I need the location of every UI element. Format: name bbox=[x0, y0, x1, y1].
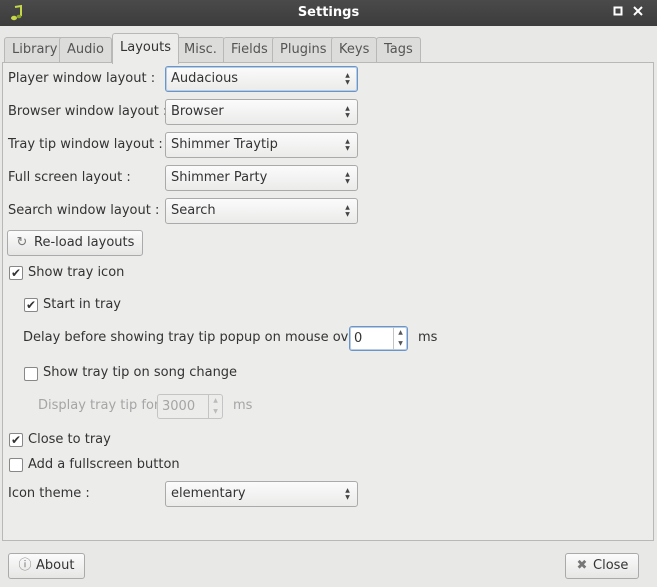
display-for-unit: ms bbox=[233, 398, 253, 413]
search-layout-combo[interactable]: Search ▲ ▼ bbox=[165, 198, 358, 224]
spin-arrows-icon: ▲ ▼ bbox=[208, 395, 222, 418]
player-layout-value: Audacious bbox=[171, 71, 239, 86]
spin-arrows-icon[interactable]: ▲ ▼ bbox=[393, 327, 407, 350]
maximize-icon[interactable] bbox=[609, 4, 627, 22]
fullscreen-button-checkbox[interactable] bbox=[9, 458, 23, 472]
delay-spinbox[interactable]: 0 ▲ ▼ bbox=[349, 326, 408, 351]
delay-unit: ms bbox=[418, 330, 438, 345]
updown-arrows-icon: ▲ ▼ bbox=[345, 204, 350, 218]
tab-fields[interactable]: Fields bbox=[223, 37, 276, 63]
title-bar: Settings bbox=[0, 0, 657, 26]
tab-audio[interactable]: Audio bbox=[59, 37, 112, 63]
icon-theme-value: elementary bbox=[171, 486, 246, 501]
updown-arrows-icon: ▲ ▼ bbox=[345, 72, 350, 86]
tab-misc[interactable]: Misc. bbox=[176, 37, 225, 63]
browser-layout-combo[interactable]: Browser ▲ ▼ bbox=[165, 99, 358, 125]
traytip-layout-combo[interactable]: Shimmer Traytip ▲ ▼ bbox=[165, 132, 358, 158]
display-for-spinbox[interactable]: 3000 ▲ ▼ bbox=[157, 394, 223, 419]
player-layout-combo[interactable]: Audacious ▲ ▼ bbox=[165, 66, 358, 92]
icon-theme-label: Icon theme : bbox=[8, 486, 90, 501]
player-layout-label: Player window layout : bbox=[8, 71, 156, 86]
fullscreen-layout-value: Shimmer Party bbox=[171, 170, 268, 185]
browser-layout-label: Browser window layout : bbox=[8, 104, 168, 119]
tab-tags[interactable]: Tags bbox=[376, 37, 421, 63]
updown-arrows-icon: ▲ ▼ bbox=[345, 138, 350, 152]
close-window-icon[interactable] bbox=[629, 4, 647, 22]
display-for-value: 3000 bbox=[162, 399, 196, 414]
info-icon: ⓘ bbox=[18, 558, 32, 573]
show-tray-icon-checkbox[interactable]: ✔ bbox=[9, 266, 23, 280]
icon-theme-combo[interactable]: elementary ▲ ▼ bbox=[165, 481, 358, 507]
traytip-layout-value: Shimmer Traytip bbox=[171, 137, 278, 152]
updown-arrows-icon: ▲ ▼ bbox=[345, 105, 350, 119]
tab-plugins[interactable]: Plugins bbox=[272, 37, 335, 63]
show-tip-song-change-checkbox[interactable] bbox=[24, 367, 38, 381]
close-to-tray-label: Close to tray bbox=[28, 432, 111, 447]
about-label: About bbox=[36, 558, 75, 573]
start-in-tray-checkbox[interactable]: ✔ bbox=[24, 298, 38, 312]
reload-layouts-button[interactable]: ↻ Re-load layouts bbox=[7, 230, 144, 256]
fullscreen-button-label: Add a fullscreen button bbox=[28, 457, 180, 472]
window-title: Settings bbox=[297, 5, 360, 20]
tab-library[interactable]: Library bbox=[4, 37, 66, 63]
tab-layouts[interactable]: Layouts bbox=[112, 33, 179, 64]
search-layout-value: Search bbox=[171, 203, 216, 218]
close-icon: ✖ bbox=[576, 558, 588, 573]
close-button[interactable]: ✖ Close bbox=[565, 553, 640, 579]
reload-layouts-label: Re-load layouts bbox=[34, 235, 135, 250]
refresh-icon: ↻ bbox=[16, 235, 28, 250]
tab-keys[interactable]: Keys bbox=[331, 37, 378, 63]
browser-layout-value: Browser bbox=[171, 104, 224, 119]
close-to-tray-checkbox[interactable]: ✔ bbox=[9, 433, 23, 447]
start-in-tray-label: Start in tray bbox=[43, 297, 121, 312]
fullscreen-layout-combo[interactable]: Shimmer Party ▲ ▼ bbox=[165, 165, 358, 191]
close-label: Close bbox=[593, 558, 629, 573]
delay-label: Delay before showing tray tip popup on m… bbox=[23, 330, 371, 345]
settings-window: Settings Library Audio Layouts Misc. Fie… bbox=[0, 0, 657, 587]
updown-arrows-icon: ▲ ▼ bbox=[345, 487, 350, 501]
about-button[interactable]: ⓘ About bbox=[8, 553, 86, 579]
search-layout-label: Search window layout : bbox=[8, 203, 160, 218]
display-for-label: Display tray tip for bbox=[38, 398, 160, 413]
traytip-layout-label: Tray tip window layout : bbox=[8, 137, 163, 152]
fullscreen-layout-label: Full screen layout : bbox=[8, 170, 131, 185]
show-tray-icon-label: Show tray icon bbox=[28, 265, 125, 280]
show-tip-song-change-label: Show tray tip on song change bbox=[43, 365, 238, 380]
updown-arrows-icon: ▲ ▼ bbox=[345, 171, 350, 185]
delay-value: 0 bbox=[354, 331, 363, 346]
